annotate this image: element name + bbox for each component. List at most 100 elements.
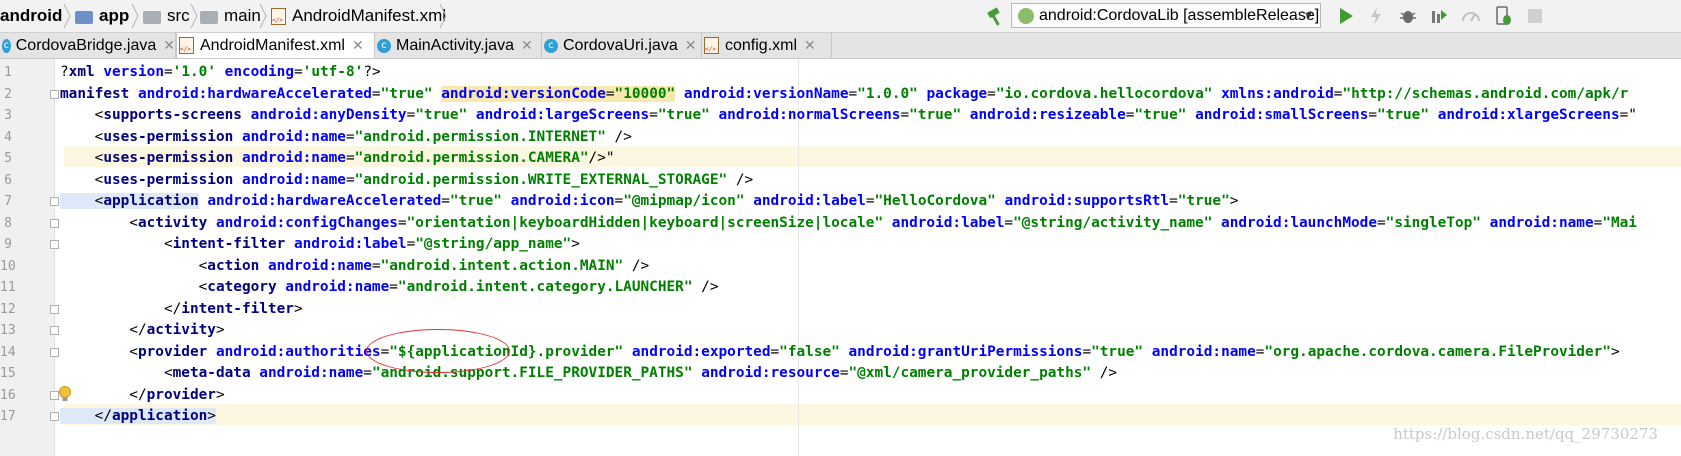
xml-value: "android.permission.WRITE_EXTERNAL_STORA…	[354, 171, 728, 188]
xml-attribute: android:largeScreens	[475, 107, 650, 123]
xml-punctuation: =	[614, 193, 624, 209]
close-icon[interactable]: ✕	[163, 37, 175, 54]
close-icon[interactable]: ✕	[352, 37, 364, 54]
xml-punctuation: />"	[588, 150, 615, 166]
xml-attribute: android:name	[241, 128, 346, 145]
xml-punctuation: ?	[60, 64, 69, 80]
line-number: 17	[0, 409, 16, 424]
fold-marker-icon[interactable]	[50, 412, 59, 421]
xml-punctuation: <	[60, 193, 104, 209]
code-line: <activity android:configChanges="orienta…	[60, 213, 1637, 234]
tab-cordovauri-java[interactable]: c CordovaUri.java ✕	[542, 33, 702, 58]
fold-marker-icon[interactable]	[50, 304, 59, 314]
xml-punctuation: <	[60, 107, 104, 123]
close-icon[interactable]: ✕	[521, 37, 533, 54]
xml-file-icon	[271, 7, 286, 25]
xml-punctuation: =	[345, 171, 355, 188]
xml-punctuation	[675, 86, 684, 102]
close-icon[interactable]: ✕	[685, 37, 697, 54]
fold-marker-icon[interactable]	[50, 240, 59, 249]
profiler-icon[interactable]	[1461, 6, 1481, 26]
xml-tag: category	[207, 279, 277, 295]
xml-punctuation	[242, 107, 251, 123]
xml-attribute: android:name	[241, 171, 346, 188]
coverage-icon[interactable]	[1429, 6, 1449, 26]
breadcrumb-app[interactable]: app	[75, 0, 129, 32]
tab-mainactivity-java[interactable]: c MainActivity.java ✕	[375, 33, 542, 58]
xml-punctuation	[1212, 86, 1221, 102]
xml-attribute: version	[103, 64, 164, 80]
xml-punctuation	[277, 279, 286, 295]
xml-value: "singleTop"	[1385, 214, 1481, 231]
tab-androidmanifest-xml[interactable]: AndroidManifest.xml✕	[176, 33, 375, 58]
breadcrumb-src[interactable]: src	[143, 0, 190, 32]
breadcrumb-separator-icon	[131, 3, 139, 29]
xml-punctuation	[207, 344, 216, 360]
xml-punctuation: >	[293, 300, 303, 317]
lightbulb-icon[interactable]	[58, 386, 72, 402]
xml-tag: xml	[68, 64, 95, 80]
xml-punctuation: <	[60, 365, 173, 381]
hammer-icon[interactable]	[985, 7, 1007, 27]
xml-value: "orientation|keyboardHidden|keyboard|scr…	[406, 214, 884, 231]
folder-icon	[143, 10, 161, 24]
fold-marker-icon[interactable]	[50, 347, 59, 357]
xml-punctuation: =	[406, 107, 416, 123]
run-configuration-dropdown[interactable]: android:CordovaLib [assembleRelease] ▼	[1011, 3, 1321, 28]
flash-icon[interactable]	[1366, 6, 1386, 26]
run-icon[interactable]	[1336, 6, 1356, 26]
fold-marker-icon[interactable]	[50, 218, 59, 228]
attach-debugger-icon[interactable]	[1493, 6, 1513, 26]
breadcrumb-separator-icon	[190, 3, 198, 29]
xml-value: "true"	[1091, 343, 1144, 360]
xml-punctuation: />	[692, 279, 719, 295]
editor-tab-bar: cCordovaBridge.java✕ AndroidManifest.xml…	[0, 33, 1681, 59]
tab-cordovabridge-java[interactable]: c CordovaBridge.java ✕	[0, 33, 176, 58]
xml-attribute: android:resource	[701, 365, 840, 381]
xml-attribute: android:name	[285, 279, 390, 295]
xml-punctuation	[233, 172, 242, 188]
xml-punctuation	[1143, 344, 1152, 360]
breadcrumb-separator-icon	[259, 3, 267, 29]
xml-attribute: android:exported	[631, 343, 771, 360]
xml-punctuation: <	[60, 214, 138, 231]
code-line: </activity>	[60, 320, 224, 341]
xml-value: "@string/activity_name"	[1013, 214, 1213, 231]
xml-attribute: android:label	[753, 193, 866, 209]
breadcrumb-main[interactable]: main	[200, 0, 261, 32]
xml-attribute: android:versionCode	[441, 85, 606, 102]
debug-icon[interactable]	[1398, 6, 1418, 26]
xml-punctuation	[693, 365, 702, 381]
xml-punctuation	[961, 107, 970, 123]
line-number: 7	[4, 194, 12, 209]
xml-punctuation: <	[60, 279, 208, 295]
fold-marker-icon[interactable]	[50, 326, 59, 335]
breadcrumb-file[interactable]: AndroidManifest.xml	[271, 0, 446, 32]
code-line: ?xml version='1.0' encoding='utf-8'?>	[60, 62, 381, 83]
breadcrumb-android[interactable]: android	[0, 0, 62, 32]
fold-marker-icon[interactable]	[50, 390, 59, 400]
xml-punctuation	[918, 86, 927, 102]
xml-punctuation: =	[649, 107, 658, 123]
xml-value: "http://schemas.android.com/apk/r	[1342, 85, 1629, 102]
xml-attribute: android:hardwareAccelerated	[137, 85, 372, 102]
xml-punctuation: =	[441, 193, 450, 209]
xml-punctuation: >	[215, 386, 225, 403]
tab-config-xml[interactable]: config.xml✕	[702, 33, 832, 58]
stop-icon[interactable]	[1525, 6, 1545, 26]
navigation-toolbar: android app src main AndroidManifest.xml…	[0, 0, 1681, 33]
xml-tag: intent-filter	[172, 236, 286, 252]
xml-punctuation: </	[60, 386, 147, 403]
xml-value: "android.permission.INTERNET"	[354, 128, 606, 145]
xml-attribute: encoding	[224, 64, 294, 80]
line-number: 9	[4, 237, 12, 252]
fold-marker-icon[interactable]	[50, 197, 59, 206]
close-icon[interactable]: ✕	[804, 37, 816, 54]
xml-value: "org.apache.cordova.camera.FileProvider"	[1264, 343, 1611, 360]
xml-punctuation: <	[60, 343, 138, 360]
xml-attribute: package	[926, 85, 988, 102]
fold-marker-icon[interactable]	[50, 89, 59, 99]
code-editor[interactable]: 1 2 3 4 5 6 7 8 9 10 11 12 13 14 15 16 17 ?xml version='…	[0, 59, 1681, 456]
breadcrumb-separator-icon	[63, 3, 71, 29]
xml-punctuation: =	[1593, 214, 1603, 231]
